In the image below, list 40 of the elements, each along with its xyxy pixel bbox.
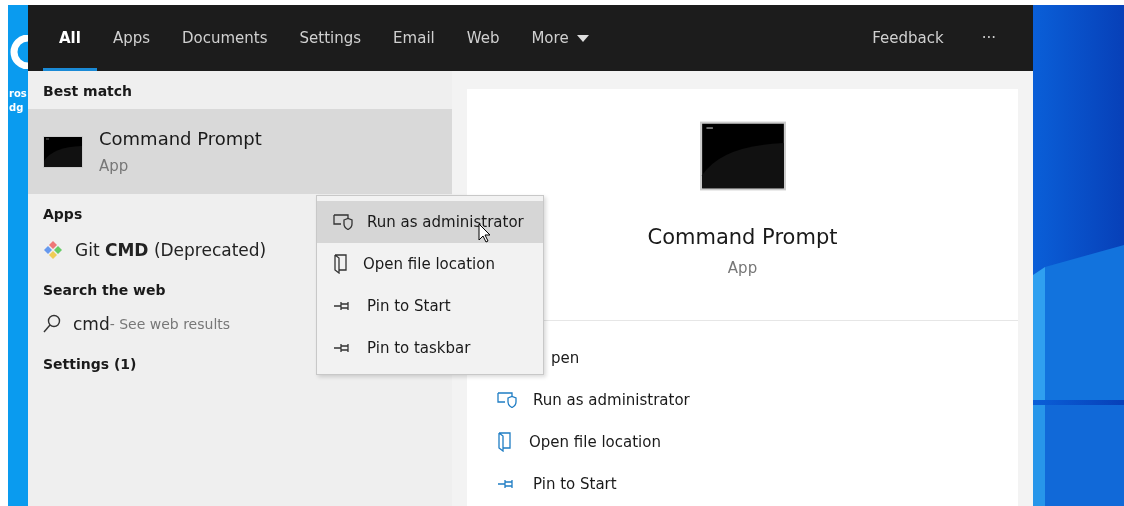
- terminal-icon: [699, 121, 786, 191]
- door-icon: [333, 254, 349, 274]
- action-item[interactable]: Run as administrator: [497, 379, 690, 421]
- shield-monitor-icon: [497, 392, 517, 408]
- desktop-icon-label: dg: [9, 101, 24, 115]
- filter-tab[interactable]: Settings: [283, 5, 378, 71]
- shield-monitor-icon: [333, 214, 353, 230]
- section-heading: Best match: [42, 82, 134, 101]
- section-heading: Search the web: [42, 281, 167, 300]
- menu-item[interactable]: Pin to Start: [317, 285, 543, 327]
- filter-tab[interactable]: Documents: [166, 5, 284, 71]
- action-item[interactable]: Open file location: [497, 421, 661, 463]
- desktop-icon-label: ros: [9, 87, 27, 101]
- section-heading: Apps: [42, 205, 84, 224]
- web-hint: - See web results: [109, 316, 231, 332]
- menu-item[interactable]: Pin to taskbar: [317, 327, 543, 369]
- app-title: Command Prompt: [647, 225, 838, 249]
- action-item[interactable]: Pin to Start: [497, 463, 617, 505]
- best-match-item[interactable]: Command Prompt App: [28, 109, 452, 194]
- filter-tab[interactable]: Email: [377, 5, 451, 71]
- browser-logo-icon: [8, 35, 28, 69]
- app-type: App: [727, 259, 758, 277]
- filter-tab[interactable]: More: [515, 5, 605, 71]
- search-icon: [43, 314, 61, 334]
- app-type: App: [99, 157, 130, 175]
- filter-tab[interactable]: Apps: [96, 5, 167, 71]
- terminal-icon: [43, 135, 83, 168]
- caret-icon: [576, 34, 589, 42]
- section-heading: Settings (1): [42, 355, 138, 374]
- feedback-link[interactable]: Feedback: [856, 5, 960, 71]
- app-result[interactable]: Git CMD (Deprecated): [75, 240, 267, 260]
- action-item[interactable]: pen: [551, 337, 580, 379]
- app-title: Command Prompt: [99, 128, 262, 149]
- web-query[interactable]: cmd: [73, 314, 110, 334]
- more-options-button[interactable]: ···: [959, 5, 1018, 71]
- door-icon: [497, 432, 513, 452]
- menu-item[interactable]: Open file location: [317, 243, 543, 285]
- filter-tab[interactable]: Web: [450, 5, 516, 71]
- menu-item[interactable]: Run as administrator: [317, 201, 543, 243]
- diamond-cluster-icon: [43, 240, 63, 260]
